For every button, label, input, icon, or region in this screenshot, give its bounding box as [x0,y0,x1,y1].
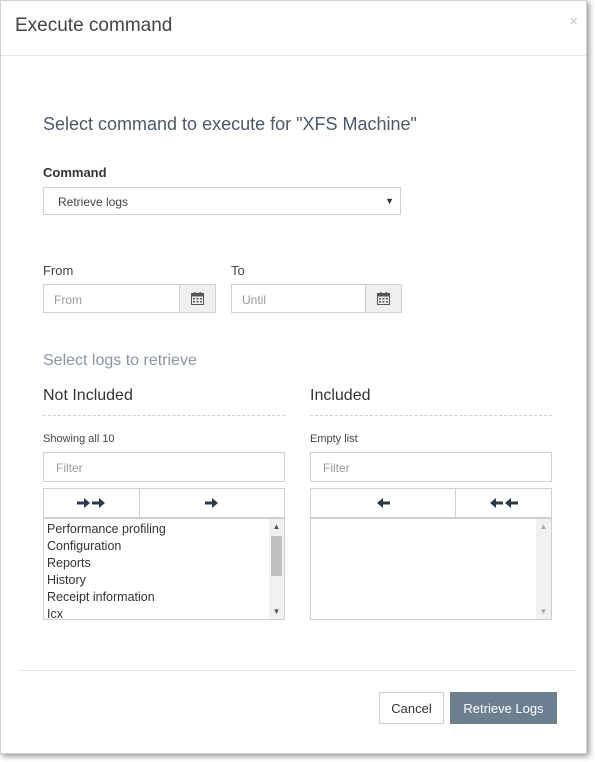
to-label: To [231,263,245,278]
included-button-row [310,488,552,518]
scroll-up-icon[interactable]: ▲ [269,522,284,531]
move-all-left-icon [489,498,518,508]
filter-placeholder: Filter [323,461,350,475]
logs-section-title: Select logs to retrieve [43,352,197,369]
scrollbar-thumb[interactable] [271,536,282,576]
command-select[interactable]: Retrieve logs ▼ [43,187,401,215]
scrollbar[interactable]: ▲ ▼ [269,519,284,619]
chevron-down-icon: ▼ [385,196,394,206]
included-filter-input[interactable]: Filter [310,452,552,482]
list-item[interactable]: Configuration [44,538,284,555]
included-status: Empty list [310,433,358,445]
move-all-right-icon [76,498,105,508]
scrollbar[interactable]: ▲ ▼ [536,519,551,619]
calendar-icon[interactable] [179,285,215,312]
move-all-right-button[interactable] [44,489,140,517]
list-item[interactable]: History [44,572,284,589]
command-selected-value: Retrieve logs [58,195,129,209]
list-item[interactable]: Icx [44,606,284,619]
not-included-title: Not Included [43,387,133,404]
move-all-left-button[interactable] [456,489,551,517]
calendar-icon[interactable] [365,285,401,312]
to-date-field[interactable]: Until [231,284,402,313]
from-date-field[interactable]: From [43,284,216,313]
divider [43,415,285,416]
move-left-button[interactable] [311,489,456,517]
from-placeholder: From [54,293,82,307]
execute-command-dialog: Execute command × Select command to exec… [0,0,587,754]
move-right-icon [205,498,218,508]
from-label: From [43,263,74,278]
filter-placeholder: Filter [56,461,83,475]
dialog-header: Execute command × [1,1,586,56]
not-included-button-row [43,488,285,518]
list-item[interactable]: Performance profiling [44,521,284,538]
command-label: Command [43,165,107,180]
to-placeholder: Until [242,293,267,307]
move-left-icon [377,498,390,508]
dialog-title: Execute command [15,15,173,36]
included-list[interactable]: ▲ ▼ [310,518,552,620]
retrieve-logs-button[interactable]: Retrieve Logs [450,692,557,724]
cancel-button[interactable]: Cancel [379,692,444,724]
not-included-list[interactable]: Performance profiling Configuration Repo… [43,518,285,620]
scroll-down-icon[interactable]: ▼ [269,607,284,616]
included-title: Included [310,387,371,404]
move-right-button[interactable] [140,489,284,517]
scroll-up-icon[interactable]: ▲ [536,522,551,531]
close-icon[interactable]: × [569,13,578,30]
list-item[interactable]: Receipt information [44,589,284,606]
scroll-down-icon[interactable]: ▼ [536,607,551,616]
not-included-status: Showing all 10 [43,433,115,445]
divider [310,415,552,416]
page-subheading: Select command to execute for "XFS Machi… [43,114,417,134]
not-included-filter-input[interactable]: Filter [43,452,285,482]
footer-divider [19,670,576,671]
list-item[interactable]: Reports [44,555,284,572]
